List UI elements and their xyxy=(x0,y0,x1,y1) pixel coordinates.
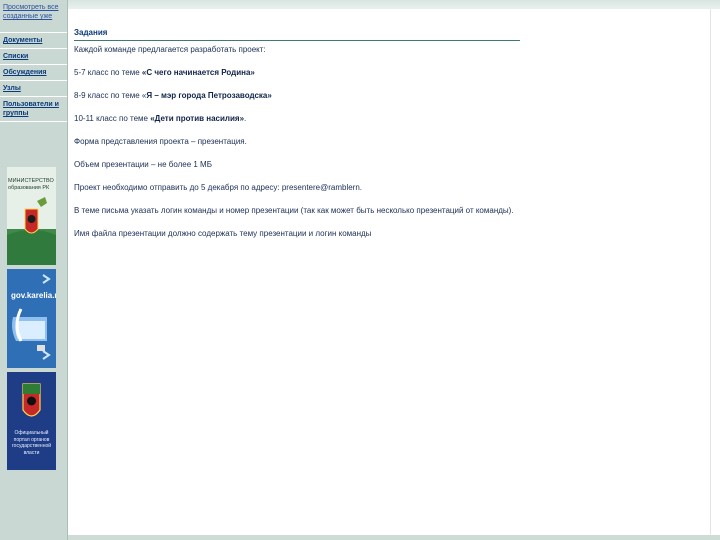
official-portal-banner[interactable]: Официальный портал органов государственн… xyxy=(7,372,56,470)
task-theme: Я – мэр города Петрозаводска» xyxy=(146,91,272,100)
top-bar xyxy=(67,0,720,9)
sidebar-nav: Просмотреть все созданные уже Документы … xyxy=(0,0,67,122)
presentation-size: Объем презентации – не более 1 МБ xyxy=(74,160,212,169)
task-intro: Каждой команде предлагается разработать … xyxy=(74,45,266,54)
page-title: Задания xyxy=(74,28,520,41)
task-text: 5-7 класс по теме xyxy=(74,68,142,77)
task-grade-10-11: 10-11 класс по теме «Дети против насилия… xyxy=(74,114,520,124)
gov-portal-banner[interactable]: gov.karelia.ru xyxy=(7,269,56,368)
filename-instructions: Имя файла презентации должно содержать т… xyxy=(74,229,372,238)
main-content: Задания Каждой команде предлагается разр… xyxy=(74,28,520,252)
task-theme: «Дети против насилия» xyxy=(150,114,245,123)
submission-deadline: Проект необходимо отправить до 5 декабря… xyxy=(74,183,363,192)
ministry-emblem-icon xyxy=(7,197,56,265)
task-grade-8-9: 8-9 класс по теме «Я – мэр города Петроз… xyxy=(74,91,520,101)
portal-book-icon xyxy=(7,269,56,368)
email-subject-instructions: В теме письма указать логин команды и но… xyxy=(74,206,514,215)
official-portal-label: Официальный портал органов государственн… xyxy=(11,430,52,456)
gov-portal-label: gov.karelia.ru xyxy=(11,291,56,300)
task-text: 10-11 класс по теме xyxy=(74,114,151,123)
presentation-format: Форма представления проекта – презентаци… xyxy=(74,137,247,146)
sidebar-item-lists[interactable]: Списки xyxy=(0,49,67,65)
sidebar-item-view-all[interactable]: Просмотреть все созданные уже xyxy=(0,0,67,33)
sidebar: Просмотреть все созданные уже Документы … xyxy=(0,0,68,540)
ministry-banner[interactable]: МИНИСТЕРСТВО образования РК xyxy=(7,167,56,265)
sidebar-item-discussions[interactable]: Обсуждения xyxy=(0,65,67,81)
task-theme: «С чего начинается Родина» xyxy=(141,68,255,77)
sidebar-item-users-groups[interactable]: Пользователи и группы xyxy=(0,97,67,122)
sidebar-item-documents[interactable]: Документы xyxy=(0,33,67,49)
sidebar-item-sites[interactable]: Узлы xyxy=(0,81,67,97)
task-text: 8-9 класс по теме « xyxy=(74,91,147,100)
task-grade-5-7: 5-7 класс по теме «С чего начинается Род… xyxy=(74,68,520,78)
frame-divider xyxy=(710,9,711,540)
task-suffix: . xyxy=(244,114,247,123)
bottom-bar xyxy=(67,535,720,540)
